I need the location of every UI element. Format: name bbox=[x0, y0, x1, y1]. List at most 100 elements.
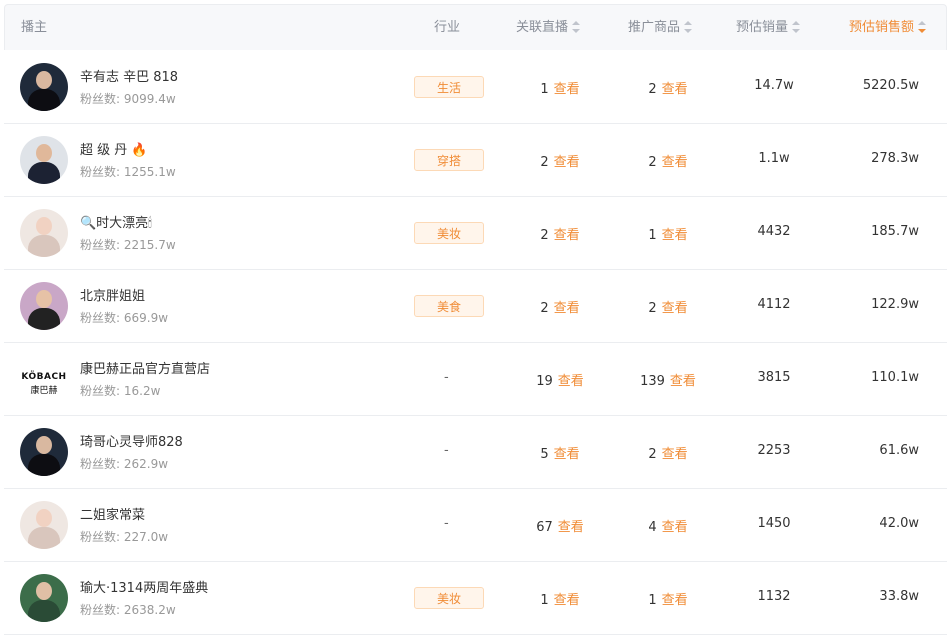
fans-prefix: 粉丝数: bbox=[80, 165, 124, 179]
avatar[interactable] bbox=[20, 428, 68, 476]
view-goods-link[interactable]: 查看 bbox=[670, 374, 696, 389]
est-sales-amount: 122.9w bbox=[871, 297, 919, 312]
view-goods-link[interactable]: 查看 bbox=[662, 82, 688, 97]
est-sales-volume: 1.1w bbox=[758, 151, 790, 166]
view-goods-link[interactable]: 查看 bbox=[662, 520, 688, 535]
related-live-count: 67 bbox=[536, 520, 553, 535]
fans-prefix: 粉丝数: bbox=[80, 311, 124, 325]
avatar[interactable] bbox=[20, 209, 68, 257]
table-row[interactable]: 超 级 丹 🔥 粉丝数: 1255.1w 穿搭 2 查看 2 查看 1.1w 278… bbox=[4, 124, 947, 197]
view-live-link[interactable]: 查看 bbox=[558, 520, 584, 535]
table-row[interactable]: 北京胖姐姐 粉丝数: 669.9w 美食 2 查看 2 查看 4112 122.9w bbox=[4, 270, 947, 343]
view-live-link[interactable]: 查看 bbox=[554, 228, 580, 243]
avatar-face bbox=[36, 436, 52, 454]
header-est-sales-volume[interactable]: 预估销量 bbox=[736, 5, 801, 51]
header-promoted-goods-label: 推广商品 bbox=[628, 20, 681, 35]
logo-text: 康巴赫 bbox=[30, 386, 58, 396]
fans-prefix: 粉丝数: bbox=[80, 603, 124, 617]
promoted-goods-count: 2 bbox=[648, 447, 657, 462]
table-row[interactable]: 瑜大·1314两周年盛典 粉丝数: 2638.2w 美妆 1 查看 1 查看 113… bbox=[4, 562, 947, 635]
fans-value: 227.0w bbox=[123, 530, 169, 544]
anchor-name[interactable]: 🔍时大漂亮🕯 bbox=[80, 212, 152, 231]
view-live-link[interactable]: 查看 bbox=[554, 82, 580, 97]
view-goods-link[interactable]: 查看 bbox=[662, 155, 688, 170]
promoted-goods-count: 139 bbox=[640, 374, 665, 389]
fans-count: 粉丝数: 669.9w bbox=[80, 309, 168, 326]
avatar[interactable] bbox=[20, 136, 68, 184]
header-est-sales-amount[interactable]: 预估销售额 bbox=[849, 5, 927, 51]
header-est-sales-amount-label: 预估销售额 bbox=[849, 20, 915, 35]
related-live-cell: 5 查看 bbox=[498, 443, 622, 462]
sort-icon[interactable] bbox=[572, 20, 581, 33]
avatar[interactable] bbox=[20, 501, 68, 549]
promoted-goods-count: 1 bbox=[648, 228, 657, 243]
header-related-live[interactable]: 关联直播 bbox=[516, 5, 581, 51]
anchor-name[interactable]: 辛有志 辛巴 818 bbox=[80, 66, 178, 85]
view-goods-link[interactable]: 查看 bbox=[662, 593, 688, 608]
fans-count: 粉丝数: 2638.2w bbox=[80, 601, 176, 618]
anchor-name[interactable]: 康巴赫正品官方直营店 bbox=[80, 358, 210, 377]
table-row[interactable]: KÖBACH 康巴赫 康巴赫正品官方直营店 粉丝数: 16.2w - 19 查看 … bbox=[4, 343, 947, 416]
industry-empty: - bbox=[444, 516, 449, 531]
sort-desc-icon[interactable] bbox=[918, 20, 927, 33]
promoted-goods-cell: 1 查看 bbox=[606, 589, 730, 608]
avatar[interactable] bbox=[20, 63, 68, 111]
sort-icon[interactable] bbox=[684, 20, 693, 33]
view-live-link[interactable]: 查看 bbox=[554, 301, 580, 316]
view-live-link[interactable]: 查看 bbox=[554, 593, 580, 608]
promoted-goods-cell: 2 查看 bbox=[606, 443, 730, 462]
avatar[interactable]: KÖBACH 康巴赫 bbox=[20, 355, 68, 403]
fans-count: 粉丝数: 16.2w bbox=[80, 382, 160, 399]
sort-icon[interactable] bbox=[792, 20, 801, 33]
view-goods-link[interactable]: 查看 bbox=[662, 447, 688, 462]
anchor-name[interactable]: 琦哥心灵导师828 bbox=[80, 431, 183, 450]
promoted-goods-count: 4 bbox=[648, 520, 657, 535]
est-sales-amount: 278.3w bbox=[871, 151, 919, 166]
est-sales-volume: 14.7w bbox=[754, 78, 794, 93]
avatar[interactable] bbox=[20, 574, 68, 622]
header-related-live-label: 关联直播 bbox=[516, 20, 569, 35]
fans-value: 16.2w bbox=[123, 384, 161, 398]
industry-empty: - bbox=[444, 443, 449, 458]
header-anchor: 播主 bbox=[21, 20, 48, 35]
promoted-goods-count: 2 bbox=[648, 82, 657, 97]
est-sales-amount: 42.0w bbox=[879, 516, 919, 531]
table-row[interactable]: 🔍时大漂亮🕯 粉丝数: 2215.7w 美妆 2 查看 1 查看 4432 185.… bbox=[4, 197, 947, 270]
view-live-link[interactable]: 查看 bbox=[554, 447, 580, 462]
avatar-body bbox=[28, 162, 60, 184]
table-row[interactable]: 二姐家常菜 粉丝数: 227.0w - 67 查看 4 查看 1450 42.0w bbox=[4, 489, 947, 562]
related-live-count: 2 bbox=[540, 301, 549, 316]
fans-prefix: 粉丝数: bbox=[80, 384, 124, 398]
header-promoted-goods[interactable]: 推广商品 bbox=[628, 5, 693, 51]
fans-value: 9099.4w bbox=[123, 92, 176, 106]
anchor-name[interactable]: 瑜大·1314两周年盛典 bbox=[80, 577, 208, 596]
view-goods-link[interactable]: 查看 bbox=[662, 228, 688, 243]
avatar-body bbox=[28, 235, 60, 257]
est-sales-amount: 185.7w bbox=[871, 224, 919, 239]
avatar[interactable] bbox=[20, 282, 68, 330]
est-sales-volume: 3815 bbox=[757, 370, 791, 385]
header-industry: 行业 bbox=[434, 20, 461, 35]
table-row[interactable]: 辛有志 辛巴 818 粉丝数: 9099.4w 生活 1 查看 2 查看 14.7w… bbox=[4, 51, 947, 124]
anchor-name[interactable]: 超 级 丹 🔥 bbox=[80, 139, 148, 158]
fans-prefix: 粉丝数: bbox=[80, 92, 124, 106]
promoted-goods-cell: 4 查看 bbox=[606, 516, 730, 535]
anchor-name[interactable]: 二姐家常菜 bbox=[80, 504, 145, 523]
table-row[interactable]: 琦哥心灵导师828 粉丝数: 262.9w - 5 查看 2 查看 2253 61.… bbox=[4, 416, 947, 489]
related-live-count: 1 bbox=[540, 82, 549, 97]
view-live-link[interactable]: 查看 bbox=[558, 374, 584, 389]
anchor-name[interactable]: 北京胖姐姐 bbox=[80, 285, 145, 304]
fans-value: 669.9w bbox=[123, 311, 169, 325]
fans-count: 粉丝数: 262.9w bbox=[80, 455, 168, 472]
fans-count: 粉丝数: 1255.1w bbox=[80, 163, 176, 180]
avatar-face bbox=[36, 290, 52, 308]
fans-prefix: 粉丝数: bbox=[80, 530, 124, 544]
related-live-count: 2 bbox=[540, 155, 549, 170]
view-live-link[interactable]: 查看 bbox=[554, 155, 580, 170]
view-goods-link[interactable]: 查看 bbox=[662, 301, 688, 316]
promoted-goods-count: 2 bbox=[648, 301, 657, 316]
avatar-face bbox=[36, 71, 52, 89]
promoted-goods-cell: 2 查看 bbox=[606, 151, 730, 170]
promoted-goods-count: 1 bbox=[648, 593, 657, 608]
promoted-goods-count: 2 bbox=[648, 155, 657, 170]
